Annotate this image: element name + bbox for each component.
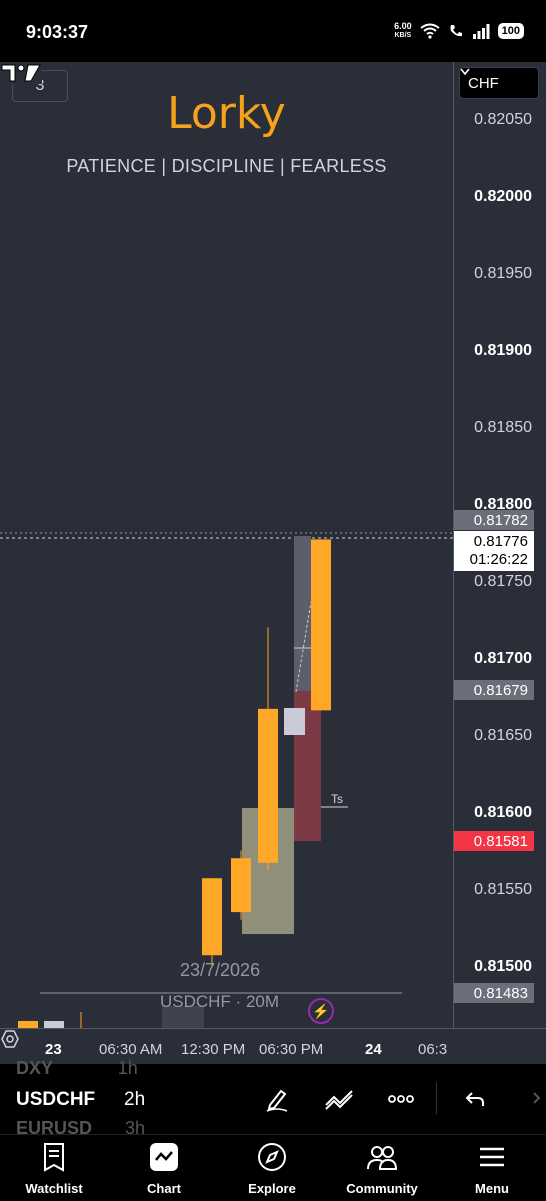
status-bar: 9:03:37 6.00 KB/S 100 bbox=[0, 0, 546, 62]
price-label: 0.81750 bbox=[474, 573, 532, 590]
menu-icon bbox=[480, 1147, 504, 1167]
time-label: 06:3 bbox=[418, 1041, 448, 1058]
time-label: 12:30 PM bbox=[181, 1041, 246, 1058]
price-label: 0.81950 bbox=[474, 265, 532, 282]
watermark-symbol: USDCHF · 20M bbox=[160, 992, 280, 1011]
last-price-tag: 0.81776 01:26:22 bbox=[454, 531, 534, 571]
volume-bar bbox=[18, 1021, 38, 1028]
interval-button[interactable]: 2h bbox=[124, 1089, 145, 1111]
time-label: 06:30 PM bbox=[259, 1041, 324, 1058]
pencil-icon bbox=[266, 1089, 288, 1112]
nav-menu[interactable]: Menu bbox=[442, 1141, 542, 1196]
toolbar-divider bbox=[436, 1082, 437, 1114]
indicators-icon bbox=[325, 1090, 353, 1110]
currency-select[interactable]: CHF bbox=[459, 67, 539, 99]
community-icon bbox=[367, 1146, 398, 1170]
more-dots-icon bbox=[388, 1095, 414, 1103]
chevron-down-icon bbox=[460, 68, 470, 76]
nav-watchlist[interactable]: Watchlist bbox=[4, 1141, 104, 1196]
net-speed: 6.00 KB/S bbox=[394, 21, 412, 40]
price-label: 0.81550 bbox=[474, 881, 532, 898]
watermark-date: 23/7/2026 bbox=[180, 960, 261, 980]
chart-icon bbox=[150, 1143, 178, 1171]
time-label: 23 bbox=[45, 1041, 62, 1058]
high-price-tag: 0.81782 bbox=[454, 510, 534, 530]
battery-indicator: 100 bbox=[497, 23, 524, 39]
watchlist-icon bbox=[44, 1143, 64, 1172]
candle-body bbox=[258, 708, 278, 863]
nav-chart[interactable]: Chart bbox=[114, 1141, 214, 1196]
undo-icon bbox=[465, 1092, 484, 1106]
settings-icon[interactable] bbox=[0, 1029, 20, 1049]
nav-community[interactable]: Community bbox=[332, 1141, 432, 1196]
currency-select-value: CHF bbox=[468, 74, 499, 92]
redo-button[interactable] bbox=[516, 1084, 546, 1114]
chart-tagline: PATIENCE | DISCIPLINE | FEARLESS bbox=[66, 156, 387, 176]
lightning-icon[interactable]: ⚡ bbox=[308, 998, 334, 1024]
wifi-icon bbox=[420, 23, 440, 39]
nav-label: Chart bbox=[147, 1181, 181, 1196]
price-label: 0.82050 bbox=[474, 111, 532, 128]
small-box-marker bbox=[284, 708, 305, 735]
price-label: 0.81500 bbox=[474, 958, 532, 975]
chart-brand-title: Lorky bbox=[167, 88, 286, 139]
undo-button[interactable] bbox=[460, 1084, 490, 1114]
candle-body bbox=[311, 539, 331, 711]
nav-explore[interactable]: Explore bbox=[222, 1141, 322, 1196]
candle-body bbox=[202, 878, 222, 956]
tradingview-logo-icon bbox=[0, 62, 42, 84]
level-price-tag-red: 0.81581 bbox=[454, 831, 534, 851]
price-label: 0.81850 bbox=[474, 419, 532, 436]
drawing-tool-button[interactable] bbox=[262, 1084, 292, 1114]
chart-toolbar: DXY 1h USDCHF 2h EURUSD 3h bbox=[0, 1058, 546, 1138]
status-time: 9:03:37 bbox=[26, 22, 89, 42]
chart-area[interactable]: 3 Lorky PATIENCE | DISCIPLINE | FEARLESS… bbox=[0, 62, 546, 1064]
status-icons: 6.00 KB/S 100 bbox=[394, 22, 524, 40]
bar-countdown: 01:26:22 bbox=[469, 551, 528, 568]
price-label: 0.81900 bbox=[474, 342, 532, 359]
price-label: 0.82000 bbox=[474, 188, 532, 205]
candle-body bbox=[231, 858, 251, 913]
nav-label: Explore bbox=[248, 1181, 296, 1196]
more-button[interactable] bbox=[386, 1084, 416, 1114]
nav-label: Community bbox=[346, 1181, 418, 1196]
level-price-tag: 0.81679 bbox=[454, 680, 534, 700]
price-label: 0.81650 bbox=[474, 727, 532, 744]
symbol-button[interactable]: USDCHF bbox=[16, 1089, 95, 1111]
nav-label: Watchlist bbox=[25, 1181, 83, 1196]
bottom-navigation: Watchlist Chart Explore Community Menu bbox=[0, 1134, 546, 1201]
zone-gray-upper bbox=[294, 536, 311, 691]
compass-icon bbox=[258, 1143, 286, 1171]
ts-label: Ts bbox=[331, 792, 343, 806]
symbol-ghost-top: DXY 1h bbox=[16, 1058, 138, 1078]
nav-label: Menu bbox=[475, 1181, 509, 1196]
price-label: 0.81600 bbox=[474, 804, 532, 821]
redo-icon bbox=[533, 1092, 541, 1104]
call-icon bbox=[450, 25, 462, 37]
volume-bar bbox=[44, 1021, 64, 1028]
time-label: 24 bbox=[365, 1041, 382, 1058]
level-price-tag: 0.81483 bbox=[454, 983, 534, 1003]
time-label: 06:30 AM bbox=[99, 1041, 163, 1058]
signal-icon bbox=[472, 24, 490, 39]
indicators-button[interactable] bbox=[324, 1084, 354, 1114]
price-label: 0.81700 bbox=[474, 650, 532, 667]
last-price-value: 0.81776 bbox=[473, 533, 528, 550]
